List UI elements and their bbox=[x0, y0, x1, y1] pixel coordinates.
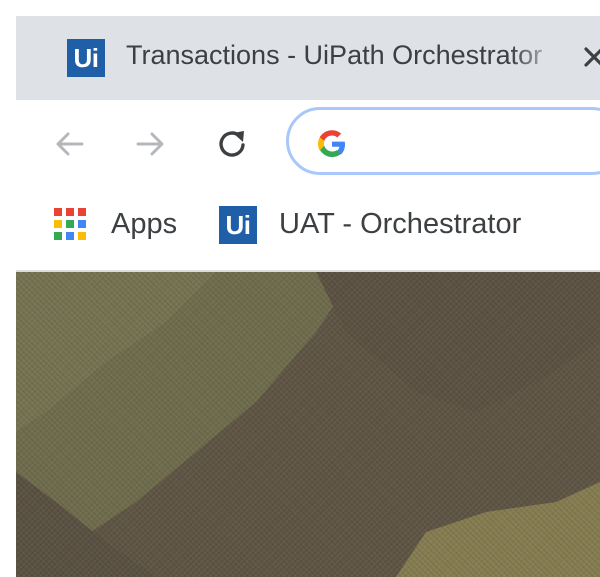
bookmark-uat-orchestrator-label[interactable]: UAT - Orchestrator bbox=[279, 208, 521, 241]
uipath-icon[interactable]: Ui bbox=[219, 206, 257, 244]
apps-grid-icon[interactable] bbox=[54, 208, 86, 240]
tab-strip: Ui Transactions - UiPath Orchestrator bbox=[16, 16, 600, 100]
forward-arrow-icon[interactable] bbox=[130, 124, 170, 164]
uipath-favicon-icon: Ui bbox=[67, 39, 105, 77]
browser-window: Ui Transactions - UiPath Orchestrator Ap… bbox=[16, 16, 600, 577]
tab-title: Transactions - UiPath Orchestrator bbox=[126, 40, 543, 70]
address-bar[interactable] bbox=[286, 107, 600, 175]
page-background bbox=[16, 272, 600, 577]
fabric-texture-overlay bbox=[16, 272, 600, 577]
reload-icon[interactable] bbox=[212, 124, 252, 164]
bookmarks-bar: Apps Ui UAT - Orchestrator bbox=[16, 188, 600, 272]
back-arrow-icon[interactable] bbox=[50, 124, 90, 164]
close-icon[interactable] bbox=[579, 42, 600, 72]
bookmark-apps-label[interactable]: Apps bbox=[111, 208, 177, 241]
browser-toolbar bbox=[16, 100, 600, 188]
google-icon bbox=[318, 130, 345, 157]
tab-transactions[interactable]: Ui Transactions - UiPath Orchestrator bbox=[16, 16, 600, 100]
